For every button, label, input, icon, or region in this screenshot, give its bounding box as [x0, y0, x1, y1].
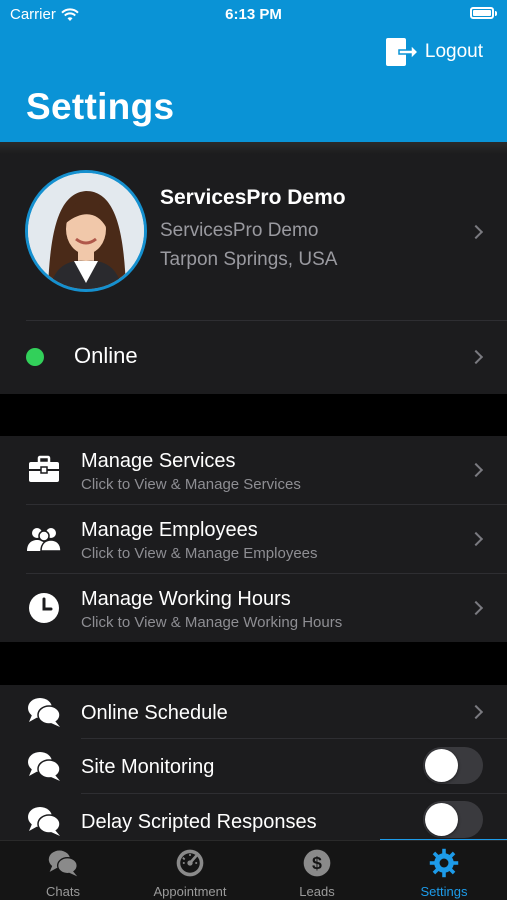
online-status-label: Online	[74, 343, 138, 368]
site-monitoring-title: Site Monitoring	[81, 756, 215, 778]
clock-icon	[29, 593, 59, 623]
online-status-dot	[26, 348, 44, 366]
dollar-icon: $	[303, 849, 331, 877]
tab-bar: Chats Appointment $ Leads Settings	[0, 840, 507, 900]
tab-appointment[interactable]: Appointment	[127, 841, 253, 900]
status-bar: Carrier 6:13 PM	[0, 0, 507, 30]
profile-company: ServicesPro Demo	[160, 220, 319, 241]
toggle-knob	[425, 803, 458, 836]
chevron-right-icon	[468, 349, 484, 365]
avatar	[25, 170, 147, 292]
manage-working-hours-title: Manage Working Hours	[81, 588, 291, 610]
delay-scripted-responses-row: Delay Scripted Responses	[0, 794, 507, 840]
toggle-knob	[425, 749, 458, 782]
chat-settings-section: Online Schedule Site Monitoring Delay Sc…	[0, 685, 507, 840]
manage-services-title: Manage Services	[81, 450, 236, 472]
manage-services-subtitle: Click to View & Manage Services	[81, 476, 301, 493]
tab-leads-label: Leads	[299, 884, 335, 899]
tab-settings-label: Settings	[420, 884, 468, 899]
tab-chats[interactable]: Chats	[0, 841, 126, 900]
online-schedule-title: Online Schedule	[81, 702, 228, 724]
tab-leads[interactable]: $ Leads	[254, 841, 380, 900]
site-monitoring-toggle[interactable]	[423, 747, 483, 784]
profile-card: ServicesPro Demo ServicesPro Demo Tarpon…	[0, 142, 507, 394]
manage-working-hours-row[interactable]: Manage Working Hours Click to View & Man…	[0, 574, 507, 642]
gear-icon	[429, 848, 459, 878]
chevron-right-icon	[468, 224, 484, 240]
clock-time: 6:13 PM	[225, 6, 282, 23]
profile-location: Tarpon Springs, USA	[160, 249, 338, 270]
manage-working-hours-subtitle: Click to View & Manage Working Hours	[81, 614, 343, 631]
chevron-right-icon	[468, 600, 484, 616]
tab-appointment-label: Appointment	[153, 884, 227, 899]
chevron-right-icon	[468, 462, 484, 478]
profile-name: ServicesPro Demo	[160, 186, 346, 209]
online-status-row[interactable]: Online	[0, 321, 507, 394]
header-bar: Carrier 6:13 PM Logout Settings	[0, 0, 507, 142]
chevron-right-icon	[468, 531, 484, 547]
page-title: Settings	[26, 86, 175, 127]
manage-employees-title: Manage Employees	[81, 519, 258, 541]
logout-button[interactable]: Logout	[385, 37, 483, 67]
site-monitoring-row: Site Monitoring	[0, 739, 507, 793]
manage-section: Manage Services Click to View & Manage S…	[0, 436, 507, 642]
svg-text:$: $	[312, 853, 322, 873]
speedometer-icon	[176, 849, 204, 877]
battery-icon	[470, 7, 497, 19]
chat-bubbles-icon	[48, 850, 78, 877]
manage-employees-subtitle: Click to View & Manage Employees	[81, 545, 318, 562]
chevron-right-icon	[468, 704, 484, 720]
manage-employees-row[interactable]: Manage Employees Click to View & Manage …	[0, 505, 507, 573]
logout-label: Logout	[424, 41, 483, 62]
tab-settings[interactable]: Settings	[381, 841, 507, 900]
briefcase-icon	[29, 455, 59, 482]
online-schedule-row[interactable]: Online Schedule	[0, 685, 507, 738]
profile-row[interactable]: ServicesPro Demo ServicesPro Demo Tarpon…	[0, 142, 507, 320]
chat-bubbles-icon	[28, 752, 61, 781]
tab-chats-label: Chats	[46, 884, 80, 899]
chat-bubbles-icon	[28, 807, 61, 836]
delay-scripted-responses-toggle[interactable]	[423, 801, 483, 838]
manage-services-row[interactable]: Manage Services Click to View & Manage S…	[0, 436, 507, 504]
logout-icon	[385, 38, 419, 66]
chat-bubbles-icon	[28, 698, 61, 727]
employees-icon	[27, 528, 62, 552]
delay-scripted-responses-title: Delay Scripted Responses	[81, 811, 317, 833]
